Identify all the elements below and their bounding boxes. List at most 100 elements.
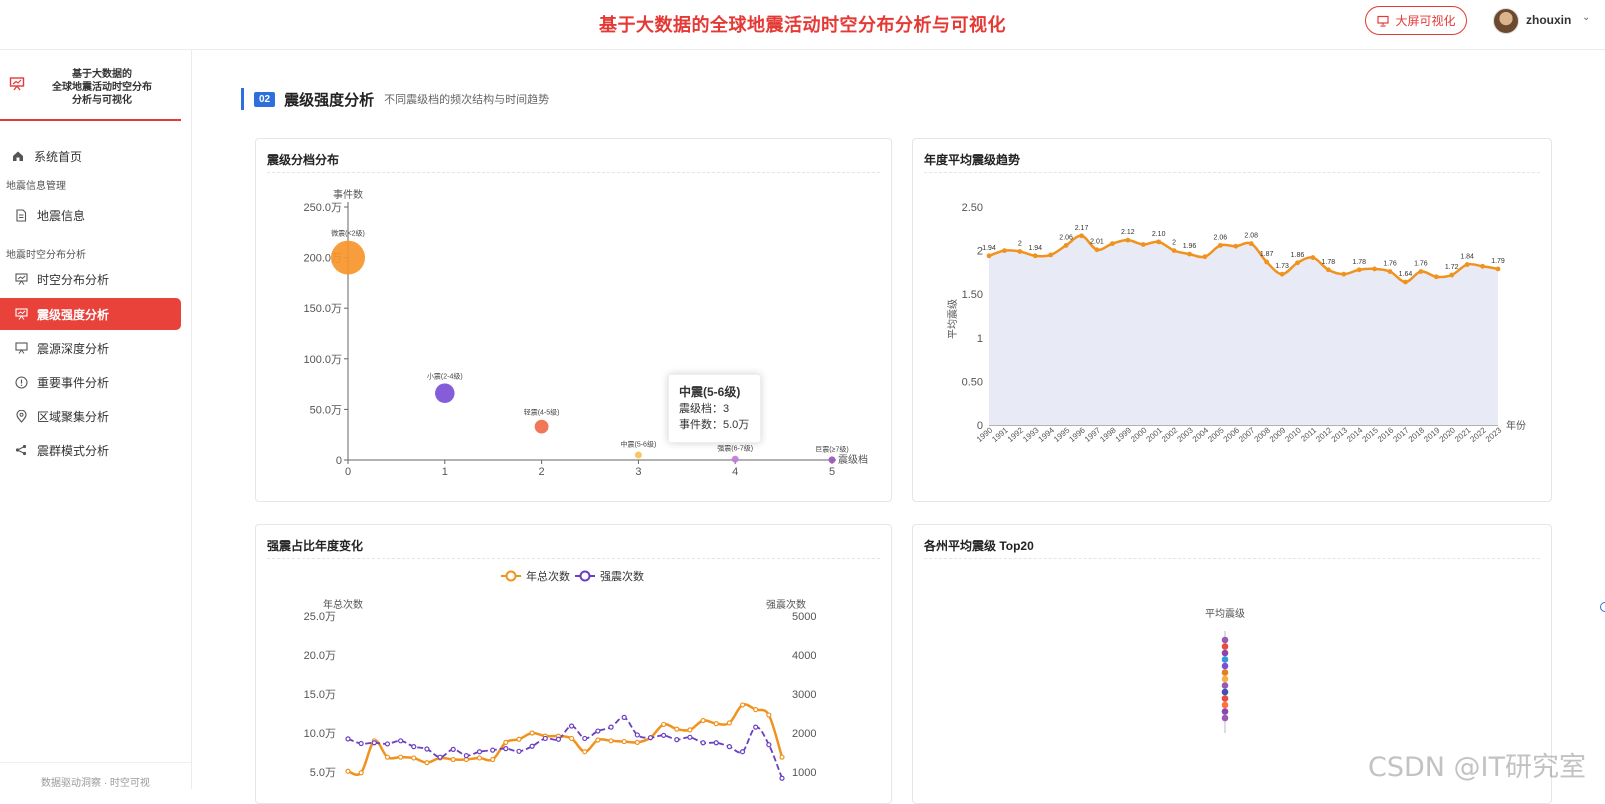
tooltip-title: 中震(5-6级) <box>679 385 741 399</box>
state-point <box>1221 675 1229 683</box>
trend-point <box>1233 243 1239 249</box>
location-pin-icon <box>14 409 28 423</box>
data-label: 1.84 <box>1460 254 1474 261</box>
y-axis-title: 事件数 <box>333 188 363 201</box>
point-label: 轻震(4-5级) <box>524 408 560 417</box>
sidebar-item-label: 时空分布分析 <box>37 272 110 287</box>
series-point-total <box>450 756 456 763</box>
trend-point <box>1217 242 1223 248</box>
chevron-down-icon[interactable]: ⌄ <box>1582 12 1590 23</box>
watermark: CSDN @IT研究室 <box>1368 752 1587 783</box>
trend-point <box>1156 239 1162 245</box>
series-point-total <box>516 736 522 742</box>
series-point-strong <box>726 744 732 750</box>
legend-marker <box>579 570 591 582</box>
sidebar-item-label: 震群模式分析 <box>37 443 110 458</box>
trend-point <box>1171 248 1177 253</box>
state-point <box>1221 708 1229 715</box>
y-axis-title: 平均震级 <box>947 299 959 339</box>
sidebar-item-swarm[interactable]: 震群模式分析 <box>0 434 181 466</box>
strong-quake-ratio-card: 强震占比年度变化 年总次数 强震次数 年总次数 强震次数 5.0万 10.0万 15.0万 2… <box>255 524 892 804</box>
series-point-total <box>503 739 509 745</box>
home-icon <box>11 149 25 163</box>
data-label: 1.94 <box>982 245 996 252</box>
state-point <box>1221 649 1229 657</box>
series-point-strong <box>608 724 614 730</box>
series-point-strong <box>713 740 719 746</box>
sidebar-item-magnitude[interactable]: 震级强度分析 <box>0 298 181 330</box>
sidebar-item-depth[interactable]: 震源深度分析 <box>0 332 181 364</box>
series-point-strong <box>753 724 759 730</box>
series-point-strong <box>398 738 404 744</box>
strong-quake-line-chart[interactable]: 年总次数 强震次数年总次数 强震次数5.0万10.0万15.0万20.0万25.0万… <box>256 525 893 795</box>
x-tick-label: 5 <box>829 466 835 478</box>
share-icon <box>14 443 28 457</box>
data-label: 1.76 <box>1383 261 1397 268</box>
data-label: 2 <box>1018 240 1022 247</box>
sidebar-item-label: 震源深度分析 <box>37 341 110 356</box>
scroll-indicator[interactable] <box>1600 602 1605 612</box>
trend-point <box>1125 237 1131 243</box>
sidebar-item-major-events[interactable]: 重要事件分析 <box>0 366 181 398</box>
sidebar-item-label: 系统首页 <box>34 149 83 164</box>
trend-point <box>1495 266 1501 272</box>
series-point-strong <box>647 735 654 741</box>
data-label: 1.72 <box>1445 264 1459 271</box>
document-icon <box>14 208 28 222</box>
series-point-strong <box>739 749 746 755</box>
series-point-strong <box>621 714 627 720</box>
series-point-total <box>661 721 667 728</box>
trend-point <box>1048 252 1054 258</box>
bigscreen-button[interactable]: 大屏可视化 <box>1365 6 1467 35</box>
series-point-total <box>766 712 772 718</box>
sidebar-item-clusters[interactable]: 区域聚集分析 <box>0 400 181 432</box>
series-point-strong <box>411 744 417 750</box>
bubble-point <box>534 419 549 434</box>
trend-point <box>1109 241 1115 247</box>
series-point-total <box>398 754 404 760</box>
y-left-axis-title: 年总次数 <box>323 598 363 611</box>
sidebar-item-earthquake-info[interactable]: 地震信息 <box>0 199 181 231</box>
trend-point <box>1017 249 1023 254</box>
app-title: 基于大数据的全球地震活动时空分布分析与可视化 <box>599 15 1006 35</box>
series-point-strong <box>661 732 667 738</box>
y-tick-label: 1.50 <box>962 289 983 301</box>
trend-point <box>1079 233 1084 239</box>
legend-label: 年总次数 <box>526 569 570 583</box>
series-point-total <box>529 730 535 736</box>
sidebar-item-home[interactable]: 系统首页 <box>0 140 181 172</box>
bubble-point <box>331 240 365 275</box>
series-point-strong <box>490 747 496 753</box>
series-point-strong <box>345 736 351 742</box>
series-point-total <box>345 768 351 774</box>
trend-point <box>1094 247 1100 253</box>
state-point <box>1221 643 1229 650</box>
state-point <box>1221 669 1229 676</box>
data-label: 2.08 <box>1244 233 1258 240</box>
x-tick-label: 4 <box>732 466 738 478</box>
main-content: 02 震级强度分析 不同震级档的频次结构与时间趋势 震级分档分布 0 50.0万 1… <box>193 50 1605 804</box>
trend-point <box>1325 267 1331 273</box>
series-point-strong <box>634 732 640 738</box>
series-point-strong <box>503 746 509 752</box>
data-label: 2.12 <box>1121 229 1135 236</box>
state-point <box>1221 682 1229 689</box>
x-tick-label: 2 <box>539 466 545 478</box>
sidebar-item-label: 地震信息 <box>37 208 86 223</box>
username[interactable]: zhouxin <box>1526 13 1571 27</box>
state-point <box>1221 701 1229 709</box>
series-point-total <box>621 738 627 745</box>
annual-magnitude-area-chart[interactable]: 00.5011.5022.501.9421.942.062.172.012.12… <box>913 139 1553 503</box>
sidebar-item-spatiotemporal[interactable]: 时空分布分析 <box>0 263 181 295</box>
tooltip-row-level: 震级档：3 <box>679 401 750 417</box>
series-point-total <box>476 755 483 761</box>
avatar[interactable] <box>1493 8 1519 34</box>
magnitude-bubble-chart[interactable]: 050.0万100.0万150.0万200.0万250.0万0 1 2 3 4 5事件数震… <box>256 139 893 503</box>
point-label: 小震(2-4级) <box>427 371 463 380</box>
y-tick-label: 1 <box>977 333 983 345</box>
y-tick-label: 150.0万 <box>303 303 342 315</box>
trend-point <box>1433 274 1439 280</box>
y-tick-label: 0 <box>336 455 342 467</box>
trend-point <box>1140 242 1146 247</box>
series-point-strong <box>476 749 483 755</box>
